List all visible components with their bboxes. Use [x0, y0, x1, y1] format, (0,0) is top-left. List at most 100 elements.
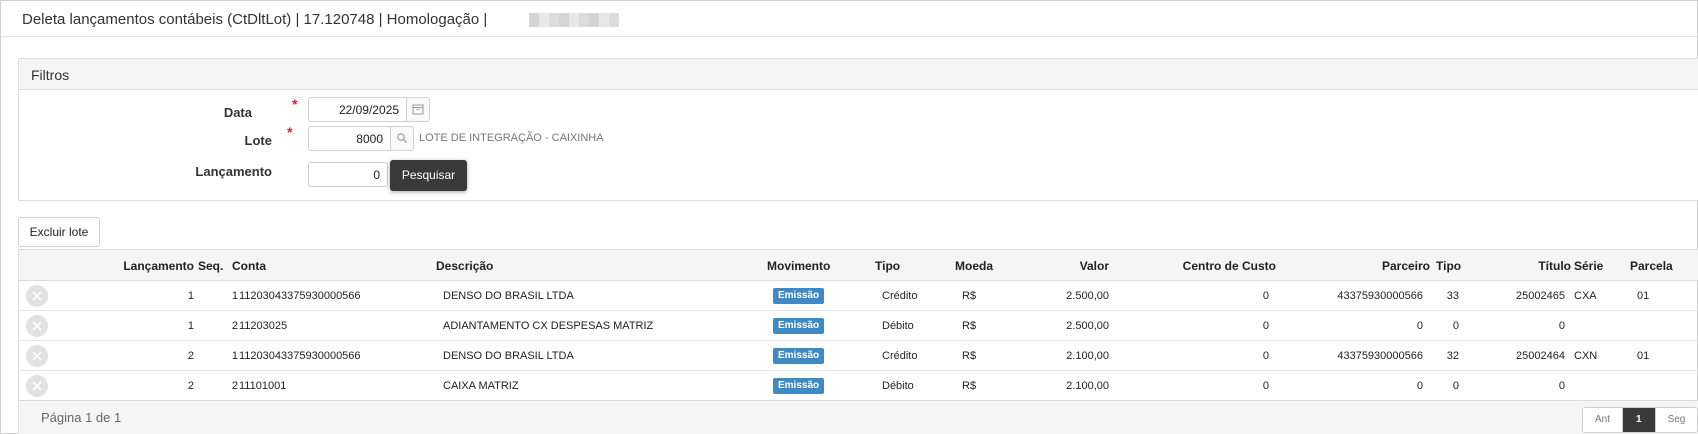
cell-parceiro: 43375930000566: [1337, 350, 1423, 362]
cell-tipo2: 32: [1446, 350, 1459, 362]
col-titulo[interactable]: Título: [1499, 259, 1571, 273]
pagination: Ant 1 Seg: [1582, 407, 1698, 433]
cell-conta: 11203043375930000566: [239, 350, 361, 362]
lancamento-input[interactable]: 0: [308, 162, 388, 187]
cell-parcela: 01: [1637, 290, 1650, 302]
table-row[interactable]: 2 2 11101001 CAIXA MATRIZ Débito R$ 2.100,00 0 0…: [19, 371, 1698, 401]
data-label: Data: [223, 105, 252, 120]
cell-parcela: 01: [1637, 350, 1650, 362]
lancamento-label: Lançamento: [195, 164, 272, 179]
delete-row-button[interactable]: [26, 285, 48, 307]
lote-required-mark: *: [287, 124, 293, 140]
page-info: Página 1 de 1: [41, 410, 122, 425]
app-window: Deleta lançamentos contábeis (CtDltLot) …: [0, 0, 1698, 434]
cell-titulo: 25002465: [1516, 290, 1565, 302]
cell-tipo: Débito: [882, 380, 914, 392]
cell-serie: CXN: [1574, 350, 1598, 362]
filters-panel: Filtros: [18, 58, 1698, 201]
close-icon: [32, 321, 42, 331]
delete-row-button[interactable]: [26, 345, 48, 367]
cell-lancamento: 2: [187, 350, 194, 362]
cell-valor: 2.500,00: [1066, 320, 1109, 332]
data-required-mark: *: [292, 96, 298, 112]
cell-parceiro: 0: [1416, 380, 1423, 392]
cell-tipo2: 0: [1452, 320, 1459, 332]
col-moeda[interactable]: Moeda: [955, 259, 993, 273]
col-tipo[interactable]: Tipo: [875, 259, 900, 273]
col-movimento[interactable]: Movimento: [767, 259, 830, 273]
close-icon: [32, 381, 42, 391]
lote-label: Lote: [244, 133, 272, 148]
cell-seq: 1: [231, 290, 238, 302]
col-descricao[interactable]: Descrição: [436, 259, 493, 273]
cell-valor: 2.500,00: [1066, 290, 1109, 302]
calendar-button[interactable]: [407, 97, 430, 122]
cell-titulo: 0: [1558, 380, 1565, 392]
search-icon: [397, 133, 407, 143]
cell-titulo: 25002464: [1516, 350, 1565, 362]
cell-tipo2: 0: [1452, 380, 1459, 392]
cell-conta: 11203043375930000566: [239, 290, 361, 302]
cell-lancamento: 1: [187, 290, 194, 302]
movimento-badge: Emissão: [773, 378, 825, 394]
table-footer: Página 1 de 1 Ant 1 Seg: [19, 400, 1698, 434]
cell-centro-custo: 0: [1262, 350, 1269, 362]
search-button[interactable]: Pesquisar: [390, 160, 467, 191]
cell-parceiro: 0: [1416, 320, 1423, 332]
cell-descricao: CAIXA MATRIZ: [443, 380, 519, 392]
close-icon: [32, 351, 42, 361]
cell-conta: 11203025: [239, 320, 288, 332]
cell-parceiro: 43375930000566: [1337, 290, 1423, 302]
movimento-badge: Emissão: [773, 318, 825, 334]
col-parcela[interactable]: Parcela: [1630, 259, 1673, 273]
delete-row-button[interactable]: [26, 375, 48, 397]
table-row[interactable]: 2 1 11203043375930000566 DENSO DO BRASIL LT…: [19, 341, 1698, 371]
col-tipo-parceiro[interactable]: Tipo: [1436, 259, 1461, 273]
cell-tipo: Crédito: [882, 350, 918, 362]
calendar-icon: [412, 104, 424, 115]
cell-centro-custo: 0: [1262, 380, 1269, 392]
title-bar: Deleta lançamentos contábeis (CtDltLot) …: [1, 1, 1697, 37]
lote-description: LOTE DE INTEGRAÇÃO - CAIXINHA: [419, 132, 604, 144]
cell-centro-custo: 0: [1262, 290, 1269, 302]
excluir-lote-button[interactable]: Excluir lote: [18, 217, 100, 247]
cell-titulo: 0: [1558, 320, 1565, 332]
cell-seq: 1: [231, 350, 238, 362]
movimento-badge: Emissão: [773, 348, 825, 364]
table-row[interactable]: 1 1 11203043375930000566 DENSO DO BRASIL LT…: [19, 281, 1698, 311]
table-header: Lançamento Seq. Conta Descrição Moviment…: [19, 250, 1698, 281]
cell-moeda: R$: [962, 290, 977, 302]
lote-search-button[interactable]: [391, 126, 414, 151]
col-serie[interactable]: Série: [1574, 259, 1603, 273]
data-input[interactable]: 22/09/2025: [308, 97, 407, 122]
col-conta[interactable]: Conta: [232, 259, 266, 273]
cell-descricao: ADIANTAMENTO CX DESPESAS MATRIZ: [443, 320, 654, 332]
lote-input[interactable]: 8000: [308, 126, 391, 151]
cell-descricao: DENSO DO BRASIL LTDA: [443, 290, 574, 302]
cell-lancamento: 2: [187, 380, 194, 392]
redacted-user: [529, 13, 619, 27]
cell-serie: CXA: [1574, 290, 1597, 302]
cell-seq: 2: [231, 380, 238, 392]
page-title: Deleta lançamentos contábeis (CtDltLot) …: [22, 11, 488, 28]
cell-tipo: Débito: [882, 320, 914, 332]
col-parceiro[interactable]: Parceiro: [1329, 259, 1430, 273]
cell-tipo2: 33: [1446, 290, 1459, 302]
cell-conta: 11101001: [239, 380, 287, 392]
filters-title: Filtros: [19, 59, 1698, 90]
cell-valor: 2.100,00: [1066, 380, 1109, 392]
col-lancamento[interactable]: Lançamento: [102, 259, 194, 273]
delete-row-button[interactable]: [26, 315, 48, 337]
col-seq[interactable]: Seq.: [198, 259, 223, 273]
col-valor[interactable]: Valor: [1009, 259, 1109, 273]
cell-moeda: R$: [962, 320, 977, 332]
close-icon: [32, 291, 42, 301]
cell-seq: 2: [231, 320, 238, 332]
page-1-button[interactable]: 1: [1622, 408, 1655, 432]
cell-lancamento: 1: [187, 320, 194, 332]
prev-page-button[interactable]: Ant: [1583, 408, 1623, 432]
next-page-button[interactable]: Seg: [1654, 408, 1698, 432]
table-row[interactable]: 1 2 11203025 ADIANTAMENTO CX DESPESAS MATRI…: [19, 311, 1698, 341]
entries-table: Lançamento Seq. Conta Descrição Moviment…: [18, 249, 1698, 434]
col-centro-custo[interactable]: Centro de Custo: [1159, 259, 1276, 273]
